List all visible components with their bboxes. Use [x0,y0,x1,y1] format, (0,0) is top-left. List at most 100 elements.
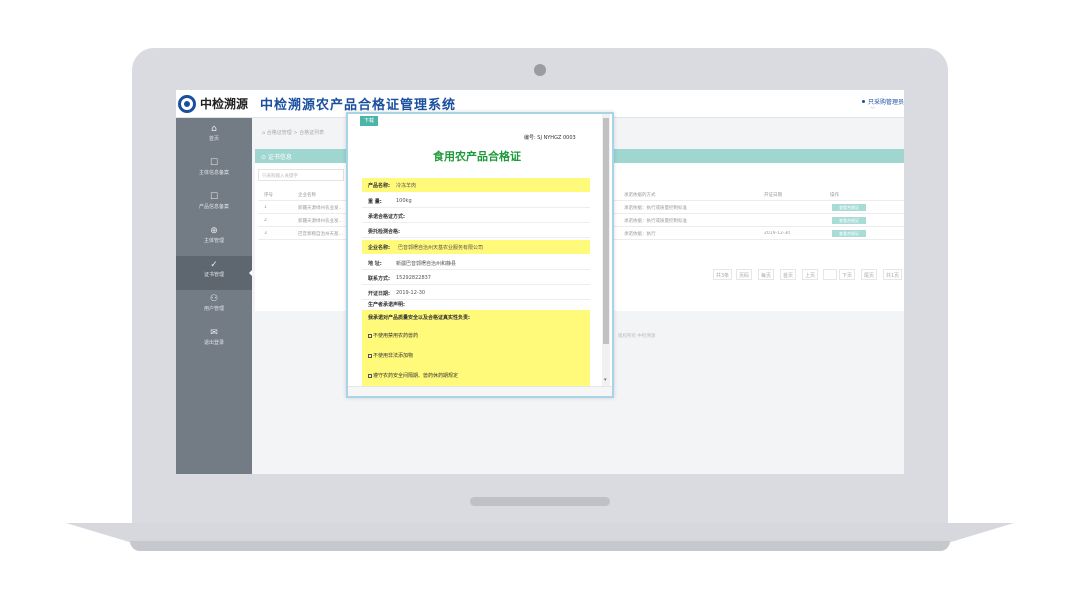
field-label: 开证日期: [368,291,390,297]
pager-prev-button[interactable]: 上页 [802,269,819,280]
clipboard-icon: ☐ [209,192,219,202]
column-header: 企业名称 [298,193,316,198]
column-header: 序号 [264,193,273,198]
chevron-down-icon[interactable]: ﹀ [870,106,875,113]
field-label: 重 量: [368,199,382,205]
user-dot-icon [862,100,865,103]
pager-page-input[interactable]: 页码 [736,269,753,280]
system-title: 中检溯源农产品合格证管理系统 [260,98,457,113]
field-label: 地 址: [368,261,382,267]
laptop-base [66,523,1014,543]
field-producer-promise: 生产者承诺声明: [362,297,590,311]
cell-company: 巴音郭楞自治州天基… [298,232,343,237]
view-certificate-button[interactable]: 查看合格证 [832,217,866,224]
sidebar-item-label: 用户管理 [203,306,224,312]
pager-size-select[interactable]: 每页 [758,269,775,280]
clipboard-icon: ☐ [209,158,219,168]
home-icon: ⌂ [211,124,217,134]
app-screen: 中检溯源 中检溯源农产品合格证管理系统 只采购管理员 ﹀ ⌂ 首页 ☐ 主体信息… [176,90,904,474]
sidebar-item-entity-record[interactable]: ☐ 主体信息备案 [176,154,252,188]
sidebar-item-certificates[interactable]: ✓ 证书管理 [176,256,253,290]
certificate-number: 编号: SJ NYHGZ 0003 [524,135,576,141]
field-label: 联系方式: [368,276,390,282]
field-weight: 重 量: 100kg [362,194,590,208]
field-address: 地 址: 新疆巴音郭楞自治州和静县 [362,256,590,270]
certificate-title: 食用农产品合格证 [433,150,521,163]
checkbox-checked-icon [368,353,372,358]
sidebar-item-label: 退出登录 [203,340,224,346]
field-value: 巴音郭楞自治州天基农业服务有限公司 [398,245,484,251]
brand-name: 中检溯源 [200,97,249,111]
field-value: 2019-12-30 [396,290,426,296]
field-value: 冷冻羊肉 [396,183,417,189]
field-contact: 联系方式: 15292822837 [362,271,590,285]
sidebar-item-logout[interactable]: ✉ 退出登录 [176,324,252,358]
pager-last-button[interactable]: 尾页 [861,269,878,280]
promise-item: 不使用禁用农药兽药 [368,332,418,339]
column-header: 开证日期 [764,193,782,198]
cell-method: 承诺依据：执行或质量控制标准 [624,206,687,211]
pager-current[interactable] [823,269,837,280]
cell-company: 新疆天源绿州农业发… [298,219,343,224]
cell-date: 2019-12-30 [764,231,791,236]
scroll-down-icon[interactable]: ▾ [604,377,607,383]
field-label: 委托检测合格: [368,229,401,235]
column-header: 操作 [830,193,839,198]
user-menu[interactable]: 只采购管理员 [868,97,904,106]
checkbox-checked-icon [368,373,372,378]
certificate-modal: 下载 编号: SJ NYHGZ 0003 食用农产品合格证 产品名称: 冷冻羊肉… [346,112,614,398]
footer-copyright: 版权所有 中检溯源 [618,334,656,339]
view-certificate-button[interactable]: 查看合格证 [832,204,866,211]
modal-scrollbar-thumb[interactable] [603,118,609,344]
cell-company: 新疆天源绿州农业发… [298,206,343,211]
pager-page-count: 共1页 [883,269,903,280]
promise-text: 不使用禁用农药兽药 [373,333,419,339]
promise-item: 遵守农药安全间隔期、兽药休药期规定 [368,372,458,379]
cell-no: 2 [264,218,267,223]
field-label: 企业名称: [368,245,390,251]
field-value: 100kg [396,198,412,204]
field-label: 承诺合格证方式: [368,214,406,220]
webcam-icon [534,64,546,76]
field-label: 产品名称: [368,183,390,189]
pager-total: 共3条 [713,269,733,280]
sidebar-item-entity-manage[interactable]: ⊕ 主体管理 [176,222,252,256]
sidebar: ⌂ 首页 ☐ 主体信息备案 ☐ 产品信息备案 ⊕ 主体管理 ✓ 证书管理 ⚇ 用… [176,118,253,474]
cell-no: 1 [264,205,267,210]
cell-method: 承诺依据：执行或质量控制标准 [624,219,687,224]
field-value: 15292822837 [396,275,431,281]
sidebar-item-label: 主体信息备案 [198,170,229,176]
pager-next-button[interactable]: 下页 [839,269,856,280]
pager-first-button[interactable]: 首页 [780,269,797,280]
promise-text: 不使用非法添加物 [373,353,414,359]
modal-footer [348,386,612,396]
logo-icon [178,95,196,113]
sidebar-item-product-record[interactable]: ☐ 产品信息备案 [176,188,252,222]
column-header: 承诺依据的方式 [624,193,656,198]
promise-item: 不使用非法添加物 [368,352,413,359]
field-product-name: 产品名称: 冷冻羊肉 [362,178,590,192]
view-certificate-button[interactable]: 查看合格证 [832,230,866,237]
sidebar-item-home[interactable]: ⌂ 首页 [176,120,252,154]
sidebar-item-label: 首页 [208,136,219,142]
sidebar-item-label: 主体管理 [203,238,224,244]
cell-no: 3 [264,231,267,236]
laptop-hinge [470,497,610,506]
plus-circle-icon: ⊕ [210,226,218,236]
promise-block: 我承诺对产品质量安全以及合格证真实性负责: 不使用禁用农药兽药 不使用非法添加物… [362,310,590,386]
field-label: 生产者承诺声明: [368,302,406,308]
download-button[interactable]: 下载 [360,116,378,126]
field-inspection: 委托检测合格: [362,224,590,238]
tag-icon: ✓ [210,260,218,270]
field-value: 新疆巴音郭楞自治州和静县 [396,261,457,267]
sidebar-item-label: 产品信息备案 [198,204,229,210]
breadcrumb: ⌂ 合格证管理 > 合格证列表 [262,130,325,136]
checkbox-checked-icon [368,333,372,338]
field-company-name: 企业名称: 巴音郭楞自治州天基农业服务有限公司 [362,240,590,254]
panel-title: ⊙ 证书信息 [261,154,292,161]
search-input[interactable]: 只采购输入关键字 [258,169,344,181]
promise-heading: 我承诺对产品质量安全以及合格证真实性负责: [368,315,471,321]
sidebar-item-users[interactable]: ⚇ 用户管理 [176,290,252,324]
sidebar-item-label: 证书管理 [203,272,224,278]
promise-text: 遵守农药安全间隔期、兽药休药期规定 [373,373,459,379]
